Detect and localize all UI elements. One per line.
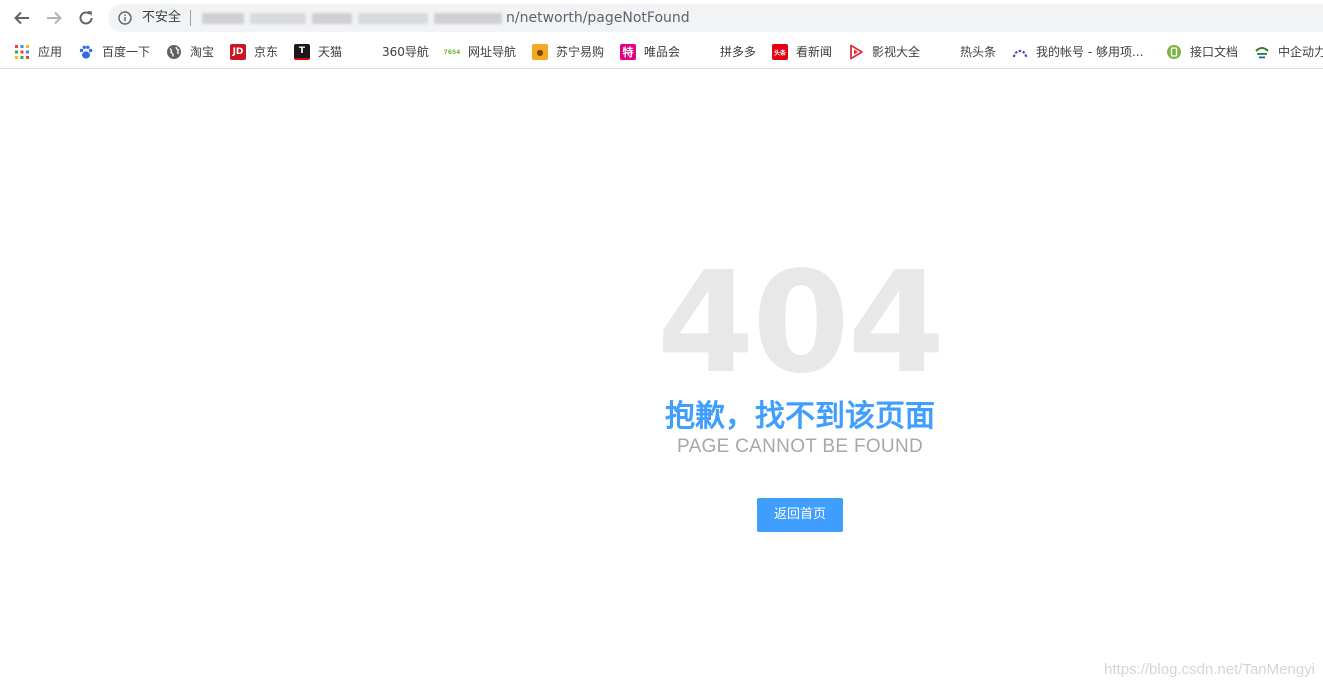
globe-icon <box>167 45 181 59</box>
baidu-paw-icon <box>79 45 93 59</box>
bookmark-label: 看新闻 <box>796 45 833 59</box>
bookmark-label: 淘宝 <box>190 45 215 59</box>
reload-icon <box>79 11 93 25</box>
green-circle-icon <box>1167 45 1181 59</box>
bookmark-360[interactable]: 360导航 <box>382 41 429 63</box>
bookmark-taobao[interactable]: 淘宝 <box>166 41 214 63</box>
jd-logo-icon: JD <box>230 44 246 60</box>
error-subtitle: PAGE CANNOT BE FOUND <box>677 436 923 457</box>
cloud-logo-icon <box>1255 47 1269 59</box>
bookmark-label: 影视大全 <box>872 45 921 59</box>
bookmark-zhongqi[interactable]: 中企动力 <box>1254 41 1323 63</box>
7654-logo-icon: 7654 <box>443 48 461 56</box>
bookmark-label: 我的帐号 - 够用项... <box>1036 45 1144 59</box>
address-bar[interactable]: 不安全 n/networth/pageNotFound <box>108 4 1323 32</box>
bookmark-account[interactable]: 我的帐号 - 够用项... <box>1012 41 1143 63</box>
watermark-text: https://blog.csdn.net/TanMengyi <box>1104 661 1315 678</box>
tmall-logo-icon: T <box>294 44 310 60</box>
bookmark-retoutiao[interactable]: 热头条 <box>960 41 996 63</box>
error-code: 404 <box>656 242 945 405</box>
bookmark-7654[interactable]: 7654 网址导航 <box>444 41 516 63</box>
url-path-text[interactable]: n/networth/pageNotFound <box>506 8 690 28</box>
bookmark-label: 苏宁易购 <box>556 45 605 59</box>
arrow-left-icon <box>14 11 29 25</box>
omnibox-divider <box>190 10 191 26</box>
bookmarks-bar: 应用 百度一下 淘宝 JD 京东 T 天猫 360导航 7654 网址导航 ● … <box>0 36 1323 69</box>
bookmark-label: 应用 <box>38 45 63 59</box>
reload-button[interactable] <box>74 6 98 30</box>
arc-logo-icon <box>1012 49 1028 58</box>
back-button[interactable] <box>10 6 34 30</box>
apps-grid-icon <box>15 45 29 59</box>
play-logo-icon <box>850 44 863 60</box>
redacted-url-segment <box>202 13 244 24</box>
bookmark-apps[interactable]: 应用 <box>14 41 62 63</box>
browser-toolbar: 不安全 n/networth/pageNotFound <box>0 0 1323 36</box>
bookmark-label: 百度一下 <box>102 45 151 59</box>
redacted-url-segment <box>250 13 306 24</box>
error-title: 抱歉，找不到该页面 <box>665 399 935 434</box>
bookmark-label: 唯品会 <box>644 45 681 59</box>
redacted-url-segment <box>312 13 352 24</box>
bookmark-label: 拼多多 <box>720 45 757 59</box>
bookmark-label: 360导航 <box>382 45 429 59</box>
suning-logo-icon: ● <box>532 44 548 60</box>
bookmark-baidu[interactable]: 百度一下 <box>78 41 150 63</box>
vip-logo-icon: 特 <box>620 44 636 60</box>
back-to-home-button[interactable]: 返回首页 <box>757 498 843 532</box>
redacted-url-segment <box>358 13 428 24</box>
bookmark-label: 接口文档 <box>1190 45 1239 59</box>
bookmark-suning[interactable]: ● 苏宁易购 <box>532 41 604 63</box>
bookmark-label: 京东 <box>254 45 279 59</box>
info-icon[interactable] <box>118 11 132 25</box>
bookmark-label: 天猫 <box>318 45 343 59</box>
bookmark-tmall[interactable]: T 天猫 <box>294 41 342 63</box>
arrow-right-icon <box>47 11 62 25</box>
bookmark-yingshi[interactable]: 影视大全 <box>848 41 920 63</box>
kanxinwen-logo-icon: 头条 <box>772 44 788 60</box>
bookmark-jd[interactable]: JD 京东 <box>230 41 278 63</box>
security-status-label[interactable]: 不安全 <box>142 9 181 27</box>
bookmark-api-docs[interactable]: 接口文档 <box>1166 41 1238 63</box>
bookmark-label: 中企动力 <box>1278 45 1323 59</box>
bookmark-label: 热头条 <box>960 45 997 59</box>
bookmark-pinduoduo[interactable]: 拼多多 <box>720 41 756 63</box>
forward-button[interactable] <box>42 6 66 30</box>
redacted-url-segment <box>434 13 502 24</box>
bookmark-vip[interactable]: 特 唯品会 <box>620 41 680 63</box>
bookmark-label: 网址导航 <box>468 45 517 59</box>
bookmark-kanxinwen[interactable]: 头条 看新闻 <box>772 41 832 63</box>
page-content: 404 抱歉，找不到该页面 PAGE CANNOT BE FOUND 返回首页 <box>0 69 1323 686</box>
